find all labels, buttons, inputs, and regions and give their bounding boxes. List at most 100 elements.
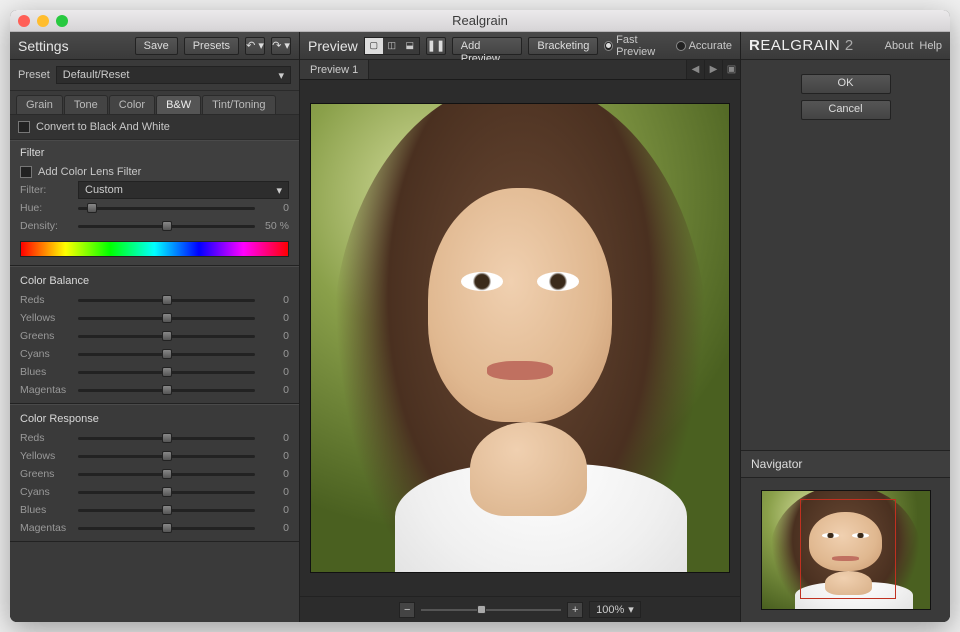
help-link[interactable]: Help (919, 40, 942, 52)
bracketing-button[interactable]: Bracketing (528, 37, 598, 55)
tab-tone[interactable]: Tone (64, 95, 108, 114)
fast-preview-radio[interactable]: Fast Preview (604, 34, 669, 58)
preview-title: Preview (308, 38, 358, 54)
chevron-down-icon: ▾ (278, 69, 284, 82)
hue-row: Hue: 0 (10, 199, 299, 217)
save-button[interactable]: Save (135, 37, 178, 55)
cr-slider-blues[interactable] (78, 504, 255, 516)
presets-button[interactable]: Presets (184, 37, 239, 55)
navigator-viewport-rect[interactable] (800, 499, 896, 599)
filter-section: Filter Add Color Lens Filter Filter: Cus… (10, 140, 299, 266)
action-buttons: OK Cancel (741, 60, 950, 134)
accurate-radio[interactable]: Accurate (676, 40, 732, 52)
preview-panel: Preview ▢ ◫ ⬓ ❚❚ Add Preview Bracketing … (300, 32, 740, 622)
color-response-title: Color Response (10, 409, 299, 429)
add-color-lens-checkbox[interactable] (20, 166, 32, 178)
brand-header: REALGRAIN 2 About Help (741, 32, 950, 60)
ok-button[interactable]: OK (801, 74, 891, 94)
cb-slider-reds[interactable] (78, 294, 255, 306)
preset-row: Preset Default/Reset ▾ (10, 60, 299, 91)
preview-viewport[interactable] (300, 80, 740, 596)
hue-spectrum[interactable] (20, 241, 289, 257)
tab-bw[interactable]: B&W (156, 95, 201, 114)
preview-tab-1[interactable]: Preview 1 (300, 60, 369, 79)
tab-grain[interactable]: Grain (16, 95, 63, 114)
color-balance-section: Color Balance Reds0 Yellows0 Greens0 Cya… (10, 266, 299, 404)
view-split-h-icon[interactable]: ◫ (383, 38, 401, 54)
cr-row-reds: Reds0 (10, 429, 299, 447)
chevron-down-icon: ▾ (276, 184, 282, 197)
preview-tabstrip: Preview 1 ◀ ▶ ▣ (300, 60, 740, 80)
cb-slider-greens[interactable] (78, 330, 255, 342)
zoom-bar: − + 100%▾ (300, 596, 740, 622)
undo-button[interactable]: ↶ ▾ (245, 37, 265, 55)
cb-row-cyans: Cyans0 (10, 345, 299, 363)
cb-row-yellows: Yellows0 (10, 309, 299, 327)
view-split-v-icon[interactable]: ⬓ (401, 38, 419, 54)
cb-row-magentas: Magentas0 (10, 381, 299, 399)
zoom-select[interactable]: 100%▾ (589, 601, 641, 618)
cr-slider-yellows[interactable] (78, 450, 255, 462)
cr-slider-cyans[interactable] (78, 486, 255, 498)
navigator-title: Navigator (741, 451, 950, 478)
titlebar: Realgrain (10, 10, 950, 32)
cr-slider-magentas[interactable] (78, 522, 255, 534)
preset-select[interactable]: Default/Reset ▾ (56, 66, 291, 84)
cr-slider-greens[interactable] (78, 468, 255, 480)
zoom-out-button[interactable]: − (399, 602, 415, 618)
cb-slider-cyans[interactable] (78, 348, 255, 360)
pause-icon[interactable]: ❚❚ (426, 37, 446, 55)
brand-logo: REALGRAIN 2 (749, 37, 854, 55)
hue-value: 0 (261, 202, 289, 214)
filter-select-row: Filter: Custom ▾ (10, 181, 299, 199)
cb-row-blues: Blues0 (10, 363, 299, 381)
cb-row-greens: Greens0 (10, 327, 299, 345)
redo-button[interactable]: ↷ ▾ (271, 37, 291, 55)
tab-close-icon[interactable]: ▣ (722, 60, 740, 79)
cr-row-greens: Greens0 (10, 465, 299, 483)
view-single-icon[interactable]: ▢ (365, 38, 383, 54)
add-color-lens-row: Add Color Lens Filter (10, 163, 299, 181)
tab-color[interactable]: Color (109, 95, 155, 114)
navigator-thumbnail[interactable] (761, 490, 931, 610)
add-preview-button[interactable]: Add Preview (452, 37, 523, 55)
density-slider[interactable] (78, 220, 255, 232)
convert-bw-label: Convert to Black And White (36, 121, 170, 133)
cr-row-magentas: Magentas0 (10, 519, 299, 537)
hue-slider[interactable] (78, 202, 255, 214)
filter-label: Filter: (20, 184, 72, 196)
add-color-lens-label: Add Color Lens Filter (38, 166, 141, 178)
zoom-in-button[interactable]: + (567, 602, 583, 618)
settings-scroll[interactable]: Filter Add Color Lens Filter Filter: Cus… (10, 140, 299, 622)
cr-row-blues: Blues0 (10, 501, 299, 519)
window-title: Realgrain (10, 13, 950, 28)
filter-select[interactable]: Custom ▾ (78, 181, 289, 199)
cr-row-yellows: Yellows0 (10, 447, 299, 465)
preview-image (310, 103, 730, 573)
tab-prev-icon[interactable]: ◀ (686, 60, 704, 79)
app-window: Realgrain Settings Save Presets ↶ ▾ ↷ ▾ … (10, 10, 950, 622)
chevron-down-icon: ▾ (628, 603, 634, 616)
cb-row-reds: Reds0 (10, 291, 299, 309)
cb-slider-yellows[interactable] (78, 312, 255, 324)
settings-header: Settings Save Presets ↶ ▾ ↷ ▾ (10, 32, 299, 60)
filter-value: Custom (85, 184, 123, 196)
preview-header: Preview ▢ ◫ ⬓ ❚❚ Add Preview Bracketing … (300, 32, 740, 60)
convert-bw-checkbox[interactable] (18, 121, 30, 133)
settings-tabs: Grain Tone Color B&W Tint/Toning (10, 91, 299, 115)
preview-tab-spacer (369, 60, 686, 79)
cr-slider-reds[interactable] (78, 432, 255, 444)
hue-label: Hue: (20, 202, 72, 214)
about-link[interactable]: About (885, 40, 914, 52)
cancel-button[interactable]: Cancel (801, 100, 891, 120)
tab-next-icon[interactable]: ▶ (704, 60, 722, 79)
right-panel: REALGRAIN 2 About Help OK Cancel Navigat… (740, 32, 950, 622)
preset-value: Default/Reset (63, 69, 130, 81)
zoom-slider[interactable] (421, 604, 561, 616)
cb-slider-magentas[interactable] (78, 384, 255, 396)
cb-slider-blues[interactable] (78, 366, 255, 378)
settings-panel: Settings Save Presets ↶ ▾ ↷ ▾ Preset Def… (10, 32, 300, 622)
view-mode-group: ▢ ◫ ⬓ (364, 37, 420, 55)
tab-tint[interactable]: Tint/Toning (202, 95, 275, 114)
convert-bw-row: Convert to Black And White (10, 115, 299, 140)
